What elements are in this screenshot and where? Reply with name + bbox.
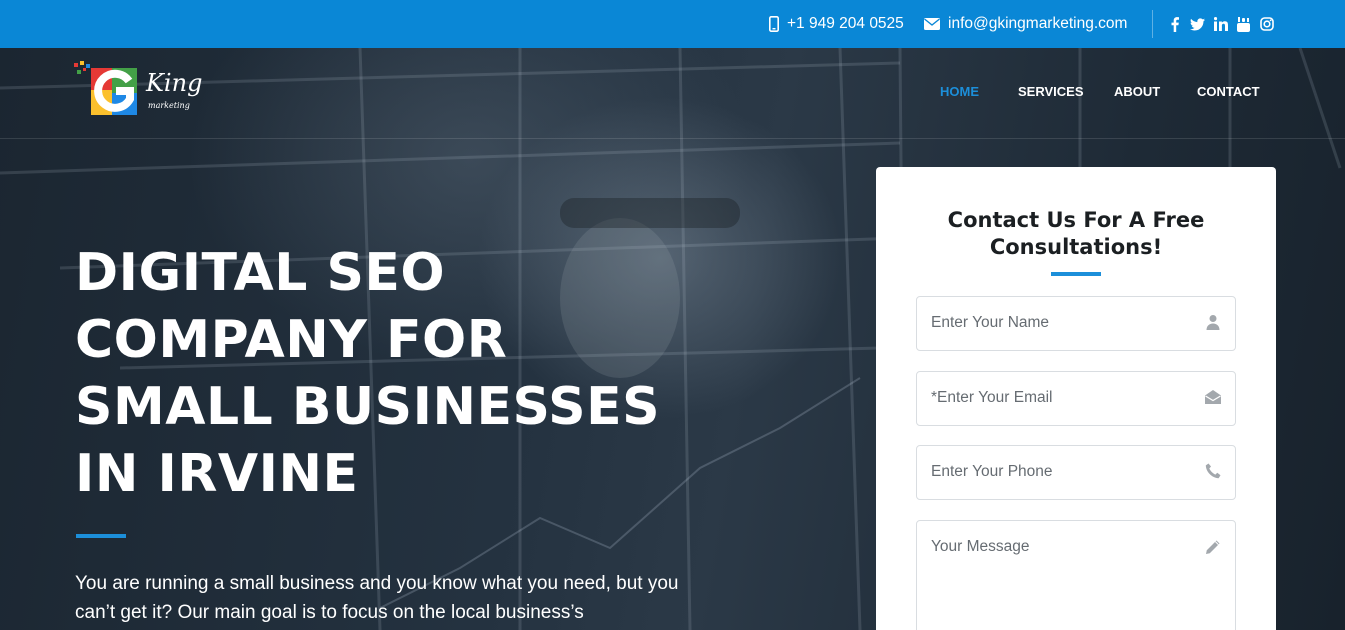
youtube-icon[interactable]	[1236, 16, 1251, 32]
phone-icon	[1205, 463, 1221, 479]
site-logo[interactable]: King marketing	[74, 61, 203, 123]
email-address: info@gkingmarketing.com	[948, 15, 1128, 32]
nav-contact[interactable]: CONTACT	[1197, 84, 1260, 99]
pencil-icon	[1206, 540, 1220, 554]
email-link[interactable]: info@gkingmarketing.com	[924, 0, 1127, 48]
headline-line: SMALL BUSINESSES	[75, 377, 661, 437]
social-links	[1167, 0, 1274, 48]
envelope-icon	[924, 18, 940, 30]
user-icon	[1206, 315, 1220, 330]
topbar-divider	[1152, 10, 1153, 38]
instagram-icon[interactable]	[1259, 16, 1274, 32]
header-divider	[0, 138, 1345, 139]
g-king-logo-mark	[74, 61, 137, 115]
envelope-open-icon	[1205, 390, 1221, 404]
nav-home[interactable]: HOME	[940, 84, 979, 99]
name-field[interactable]: Enter Your Name	[916, 296, 1236, 351]
headline-accent-bar	[76, 534, 126, 538]
message-field[interactable]: Your Message	[916, 520, 1236, 630]
top-contact-bar: +1 949 204 0525 info@gkingmarketing.com	[0, 0, 1345, 48]
mobile-phone-icon	[769, 16, 779, 32]
name-placeholder: Enter Your Name	[931, 314, 1050, 331]
hero-headline: DIGITAL SEO COMPANY FOR SMALL BUSINESSES…	[75, 240, 715, 508]
phone-number: +1 949 204 0525	[787, 15, 904, 32]
email-field[interactable]: *Enter Your Email	[916, 371, 1236, 426]
phone-link[interactable]: +1 949 204 0525	[769, 0, 904, 48]
nav-about[interactable]: ABOUT	[1114, 84, 1160, 99]
message-placeholder: Your Message	[931, 538, 1030, 555]
logo-subtitle: marketing	[148, 101, 190, 110]
headline-line: DIGITAL SEO	[75, 243, 446, 303]
headline-line: COMPANY FOR	[75, 310, 508, 370]
facebook-icon[interactable]	[1167, 16, 1182, 32]
headline-line: IN IRVINE	[75, 444, 359, 504]
nav-services[interactable]: SERVICES	[1018, 84, 1084, 99]
phone-placeholder: Enter Your Phone	[931, 463, 1053, 480]
form-title-underline	[1051, 272, 1101, 276]
hero-intro-text: You are running a small business and you…	[75, 573, 679, 623]
form-title: Contact Us For A Free Consultations!	[947, 208, 1205, 259]
contact-form-card: Contact Us For A Free Consultations! Ent…	[876, 167, 1276, 630]
phone-field[interactable]: Enter Your Phone	[916, 445, 1236, 500]
twitter-icon[interactable]	[1190, 16, 1205, 32]
logo-wordmark: King	[146, 69, 203, 97]
linkedin-icon[interactable]	[1213, 16, 1228, 32]
email-placeholder: *Enter Your Email	[931, 389, 1053, 406]
